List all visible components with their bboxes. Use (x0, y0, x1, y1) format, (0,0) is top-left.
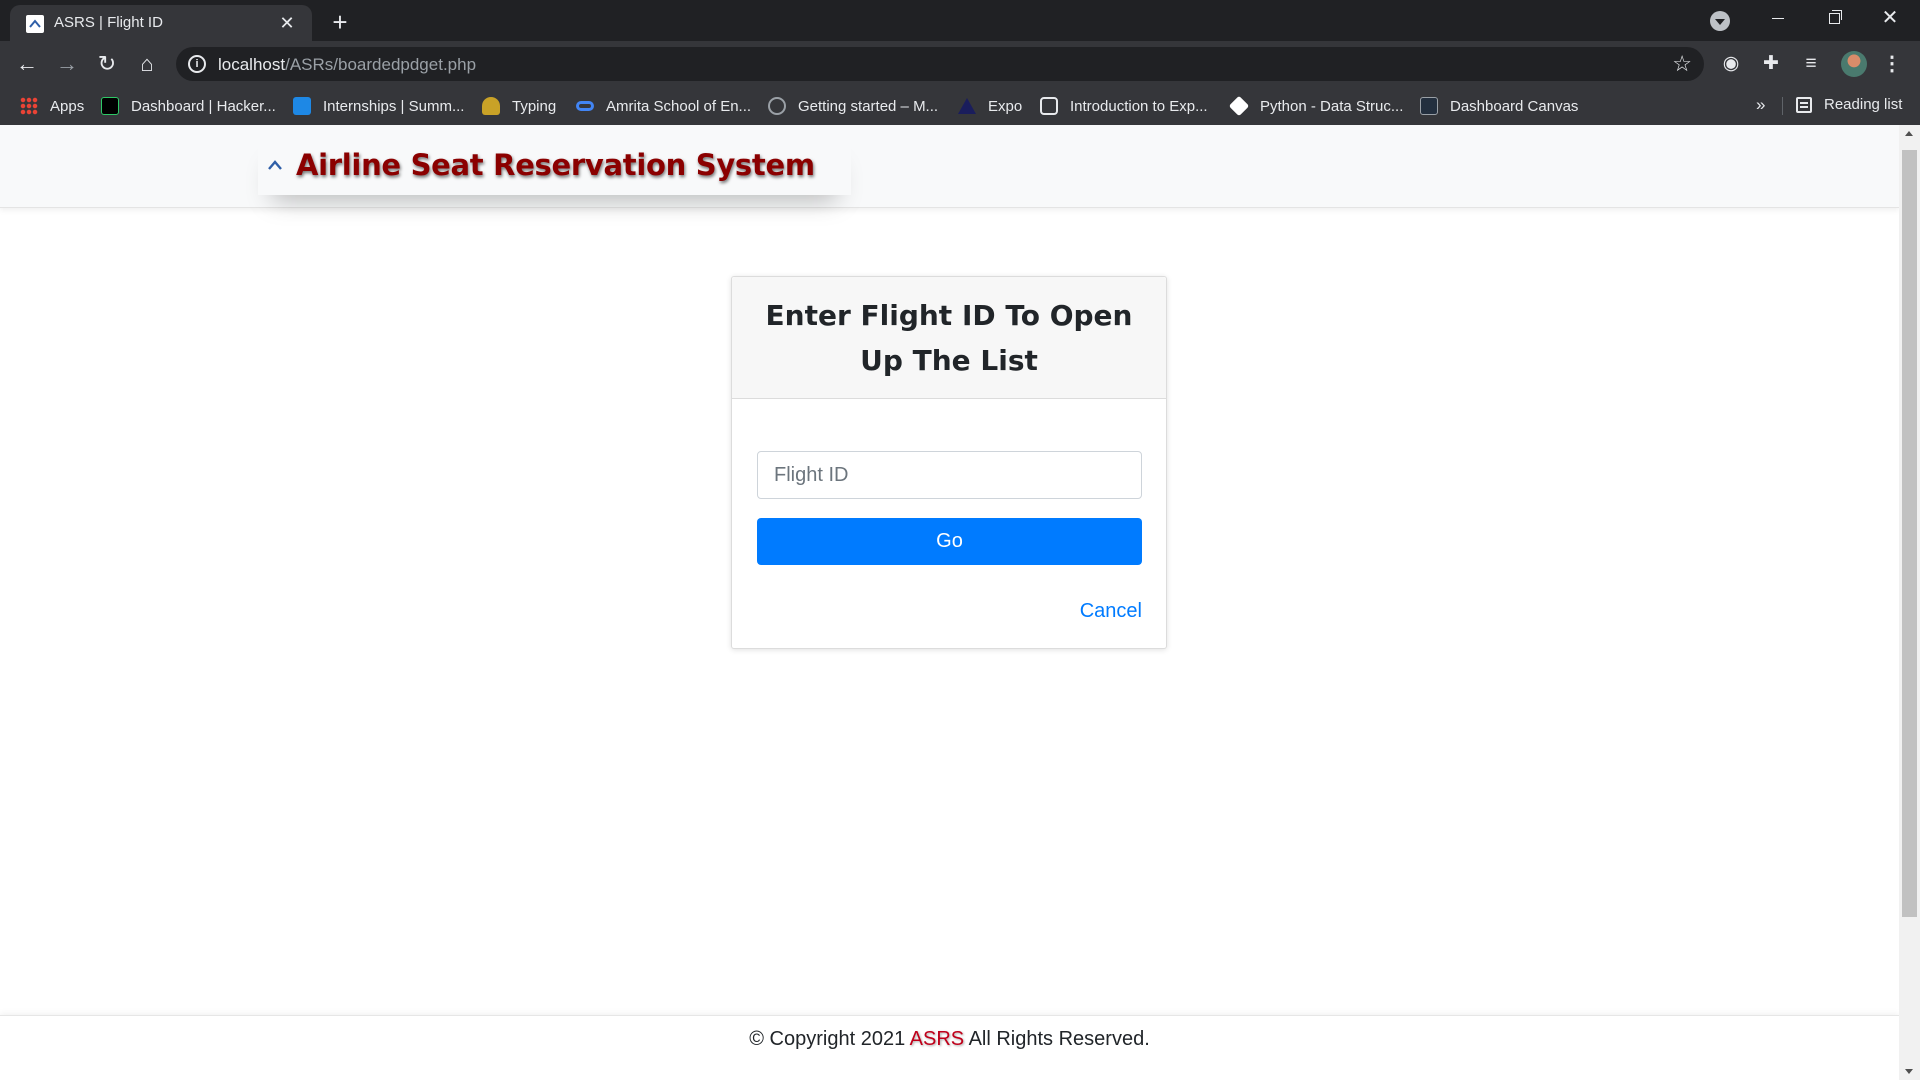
site-info-icon[interactable]: i (188, 55, 206, 73)
bookmark-getting-started[interactable]: Getting started – M... (768, 96, 938, 116)
copyright-prefix: © Copyright 2021 (749, 1028, 906, 1050)
typing-icon (482, 97, 500, 115)
incognito-extension-icon[interactable]: ◉ (1720, 53, 1742, 75)
site-favicon-icon (26, 15, 44, 33)
url-path: /ASRs/boardedpdget.php (285, 55, 477, 74)
internshala-icon (293, 97, 311, 115)
bookmark-star-icon[interactable]: ☆ (1672, 51, 1692, 77)
url-host: localhost (218, 55, 286, 74)
bookmark-apps[interactable]: Apps (20, 96, 84, 116)
bookmark-label: Introduction to Exp... (1070, 97, 1208, 115)
new-tab-button[interactable]: + (326, 8, 354, 36)
reading-list-button[interactable]: Reading list (1796, 96, 1902, 113)
expo-icon (958, 98, 976, 114)
flight-id-input[interactable] (757, 451, 1142, 499)
bookmarks-divider (1782, 97, 1783, 115)
site-brand-link[interactable]: Airline Seat Reservation System (258, 135, 851, 195)
page-viewport: Airline Seat Reservation System Enter Fl… (0, 125, 1899, 1080)
bookmark-label: Apps (50, 97, 85, 115)
site-title: Airline Seat Reservation System (296, 148, 815, 182)
bookmarks-bar: Apps Dashboard | Hacker... Internships |… (0, 87, 1920, 125)
tab-title: ASRS | Flight ID (54, 14, 163, 31)
scroll-down-arrow-icon[interactable] (1905, 1069, 1913, 1074)
address-url[interactable]: localhost/ASRs/boardedpdget.php (218, 55, 476, 75)
minimize-window-button[interactable] (1750, 0, 1806, 36)
bookmark-label: Python - Data Struc... (1260, 97, 1404, 115)
address-bar[interactable]: i localhost/ASRs/boardedpdget.php ☆ (176, 47, 1704, 81)
tab-search-icon[interactable] (1710, 11, 1730, 31)
amrita-icon (576, 101, 594, 111)
hackerrank-icon (101, 97, 119, 115)
scrollbar-thumb[interactable] (1902, 150, 1917, 917)
cancel-link[interactable]: Cancel (1080, 600, 1142, 623)
python-icon (1228, 95, 1250, 117)
bookmark-expo[interactable]: Expo (958, 96, 1022, 116)
bookmark-label: Typing (512, 97, 557, 115)
tab-close-icon[interactable]: ✕ (276, 12, 298, 34)
bookmark-label: Dashboard | Hacker... (131, 97, 276, 115)
bookmark-typing[interactable]: Typing (482, 96, 556, 116)
back-arrow-icon[interactable]: ← (12, 49, 42, 79)
flight-id-card: Enter Flight ID To Open Up The List Go C… (731, 276, 1167, 649)
close-window-button[interactable]: ✕ (1862, 0, 1918, 36)
airplane-logo-icon (266, 158, 284, 172)
globe-icon (768, 97, 786, 115)
copyright-suffix: All Rights Reserved. (968, 1028, 1150, 1050)
bookmark-label: Expo (988, 97, 1023, 115)
bookmark-label: Getting started – M... (798, 97, 939, 115)
bookmarks-overflow-icon[interactable]: » (1756, 95, 1765, 115)
bookmark-label: Internships | Summ... (323, 97, 465, 115)
card-title: Enter Flight ID To Open Up The List (765, 298, 1133, 377)
bookmark-dashboard-canvas[interactable]: Dashboard Canvas (1420, 96, 1578, 116)
extensions-puzzle-icon[interactable]: ✚ (1760, 53, 1782, 75)
scroll-up-arrow-icon[interactable] (1905, 131, 1913, 136)
site-footer: © Copyright 2021 ASRS All Rights Reserve… (0, 1015, 1899, 1080)
media-queue-icon[interactable]: ≡ (1800, 53, 1822, 75)
bookmark-python[interactable]: Python - Data Struc... (1228, 95, 1404, 117)
reload-icon[interactable]: ↻ (92, 49, 122, 79)
bookmark-internshala[interactable]: Internships | Summ... (293, 96, 464, 116)
page-scrollbar[interactable] (1899, 125, 1920, 1080)
aws-icon (1420, 97, 1438, 115)
forward-arrow-icon[interactable]: → (52, 49, 82, 79)
reading-list-label: Reading list (1824, 96, 1903, 113)
bookmark-label: Amrita School of En... (606, 97, 752, 115)
copyright-brand: ASRS (909, 1028, 965, 1050)
bookmark-amrita[interactable]: Amrita School of En... (576, 96, 751, 116)
browser-toolbar: ← → ↻ ⌂ i localhost/ASRs/boardedpdget.ph… (0, 41, 1920, 87)
bookmark-label: Dashboard Canvas (1450, 97, 1579, 115)
copyright-text: © Copyright 2021 ASRS All Rights Reserve… (0, 1028, 1899, 1051)
bookmark-introduction[interactable]: Introduction to Exp... (1040, 96, 1208, 116)
profile-avatar[interactable] (1841, 51, 1867, 77)
home-icon[interactable]: ⌂ (132, 49, 162, 79)
intro-icon (1040, 97, 1058, 115)
card-header: Enter Flight ID To Open Up The List (732, 277, 1166, 399)
browser-tab-active[interactable]: ASRS | Flight ID ✕ (10, 5, 312, 41)
restore-window-button[interactable] (1806, 0, 1862, 36)
go-button[interactable]: Go (757, 518, 1142, 565)
site-navbar: Airline Seat Reservation System (0, 125, 1899, 208)
browser-tabstrip: ASRS | Flight ID ✕ + ✕ (0, 0, 1920, 41)
reading-list-icon (1796, 96, 1812, 113)
apps-grid-icon (20, 97, 38, 115)
bookmark-hackerrank[interactable]: Dashboard | Hacker... (101, 96, 276, 116)
browser-menu-icon[interactable]: ⋮ (1882, 51, 1902, 77)
